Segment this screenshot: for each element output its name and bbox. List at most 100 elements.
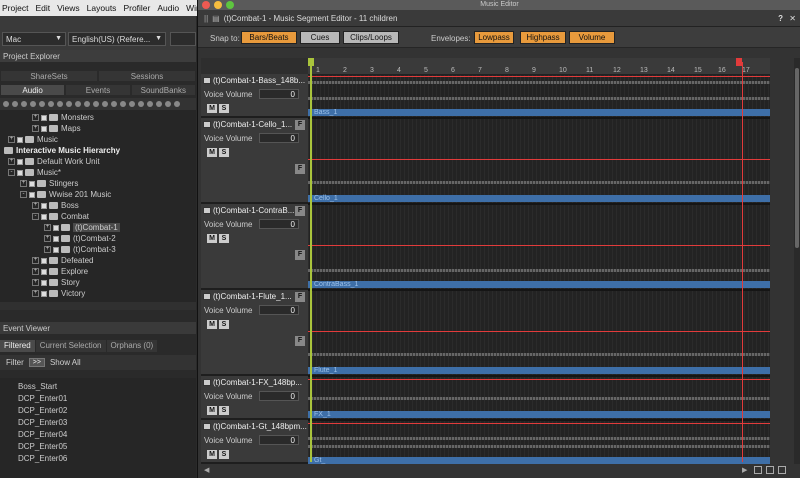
mute-button[interactable]: M <box>207 148 217 157</box>
checkbox[interactable] <box>41 257 47 264</box>
clip-label[interactable]: FX_1 <box>308 411 770 418</box>
filter-icon[interactable] <box>129 101 135 107</box>
expand-icon[interactable]: + <box>32 290 39 297</box>
solo-button[interactable]: S <box>219 234 229 243</box>
tree-item-selected[interactable]: + (t)Combat-1 <box>44 222 120 233</box>
list-item[interactable]: DCP_Enter03 <box>18 418 67 427</box>
tree-item[interactable]: + Explore <box>32 266 88 277</box>
list-item[interactable]: DCP_Enter05 <box>18 442 67 451</box>
envelope-highpass-button[interactable]: Highpass <box>520 31 566 44</box>
zoom-icon[interactable] <box>754 466 762 474</box>
solo-button[interactable]: S <box>219 320 229 329</box>
track-header[interactable]: (t)Combat-1-ContraB... Voice Volume 0 M … <box>201 204 308 290</box>
collapse-icon[interactable]: - <box>8 169 15 176</box>
menu-profiler[interactable]: Profiler <box>123 3 150 13</box>
envelope-line[interactable] <box>308 379 770 380</box>
tree-item[interactable]: + Boss <box>32 200 79 211</box>
mute-button[interactable]: M <box>207 234 217 243</box>
checkbox[interactable] <box>41 290 47 297</box>
track-lane[interactable]: FX_1 <box>308 377 770 421</box>
tab-soundbanks[interactable]: SoundBanks <box>130 84 196 96</box>
filter-icon[interactable] <box>120 101 126 107</box>
platform-dropdown[interactable]: Mac ▼ <box>2 32 66 46</box>
tree-item[interactable]: + Maps <box>32 123 81 134</box>
expand-icon[interactable]: + <box>44 235 51 242</box>
track-header[interactable]: (t)Combat-1-Cello_1... Voice Volume 0 M … <box>201 118 308 204</box>
voice-volume-field[interactable]: 0 <box>259 391 299 401</box>
show-all-dropdown[interactable]: Show All <box>50 358 81 367</box>
filter-icon[interactable] <box>57 101 63 107</box>
mute-button[interactable]: M <box>207 104 217 113</box>
menu-edit[interactable]: Edit <box>35 3 50 13</box>
vertical-scrollbar[interactable] <box>794 58 800 464</box>
tab-audio[interactable]: Audio <box>0 84 66 96</box>
checkbox[interactable] <box>41 268 47 275</box>
track-header[interactable]: (t)Combat-1-Bass_148b... Voice Volume 0 … <box>201 74 308 118</box>
snap-clips-loops-button[interactable]: Clips/Loops <box>343 31 399 44</box>
tree-item[interactable]: + Stingers <box>20 178 78 189</box>
close-window-icon[interactable] <box>202 1 210 9</box>
filter-icon[interactable] <box>30 101 36 107</box>
voice-volume-field[interactable]: 0 <box>259 435 299 445</box>
zoom-icon[interactable] <box>778 466 786 474</box>
checkbox[interactable] <box>29 180 35 187</box>
expand-icon[interactable]: + <box>44 246 51 253</box>
list-item[interactable]: Boss_Start <box>18 382 57 391</box>
mute-button[interactable]: M <box>207 320 217 329</box>
zoom-window-icon[interactable] <box>226 1 234 9</box>
checkbox[interactable] <box>53 235 59 242</box>
voice-volume-field[interactable]: 0 <box>259 305 299 315</box>
filter-icon[interactable] <box>102 101 108 107</box>
clip-label[interactable]: Cello_1 <box>308 195 770 202</box>
list-item[interactable]: DCP_Enter04 <box>18 430 67 439</box>
expand-icon[interactable]: + <box>20 180 27 187</box>
filter-icon[interactable] <box>156 101 162 107</box>
subtrack-f-button[interactable]: F <box>295 206 305 216</box>
filter-icon[interactable] <box>12 101 18 107</box>
envelope-line[interactable] <box>308 331 770 332</box>
timeline-ruler[interactable]: 1 2 3 4 5 6 7 8 9 10 11 12 13 14 15 16 1… <box>308 58 770 75</box>
scroll-right-icon[interactable]: ▶ <box>742 466 747 474</box>
scroll-thumb[interactable] <box>795 68 799 248</box>
list-item[interactable]: DCP_Enter06 <box>18 454 67 463</box>
tree-item[interactable]: + Story <box>32 277 80 288</box>
track-header[interactable]: (t)Combat-1-FX_148bp... Voice Volume 0 M… <box>201 376 308 420</box>
voice-volume-field[interactable]: 0 <box>259 133 299 143</box>
solo-button[interactable]: S <box>219 450 229 459</box>
filter-icon[interactable] <box>75 101 81 107</box>
expand-icon[interactable]: + <box>32 202 39 209</box>
track-lane[interactable]: Flute_1 <box>308 291 770 377</box>
list-item[interactable]: DCP_Enter01 <box>18 394 67 403</box>
list-item[interactable]: DCP_Enter02 <box>18 406 67 415</box>
checkbox[interactable] <box>41 114 47 121</box>
tree-item[interactable]: + (t)Combat-2 <box>44 233 116 244</box>
track-lane[interactable]: ContraBass_1 <box>308 205 770 291</box>
help-icon[interactable]: ? <box>778 14 783 23</box>
expand-icon[interactable]: + <box>32 125 39 132</box>
subtrack-f-button[interactable]: F <box>295 164 305 174</box>
tree-item[interactable]: + Music <box>8 134 58 145</box>
expand-icon[interactable]: + <box>44 224 51 231</box>
clip-label[interactable]: ContraBass_1 <box>308 281 770 288</box>
voice-volume-field[interactable]: 0 <box>259 219 299 229</box>
checkbox[interactable] <box>29 191 35 198</box>
tab-current-selection[interactable]: Current Selection <box>35 340 106 352</box>
filter-icon[interactable] <box>93 101 99 107</box>
clip-label[interactable]: Gt_ <box>308 457 770 464</box>
close-icon[interactable]: ✕ <box>789 14 796 23</box>
solo-button[interactable]: S <box>219 148 229 157</box>
expand-icon[interactable]: + <box>32 268 39 275</box>
tree-item[interactable]: + Monsters <box>32 112 94 123</box>
tree-item[interactable]: - Combat <box>32 211 89 222</box>
mute-button[interactable]: M <box>207 406 217 415</box>
tree-item[interactable]: + Victory <box>32 288 85 299</box>
filter-icon[interactable] <box>174 101 180 107</box>
filter-icon[interactable] <box>3 101 9 107</box>
filter-icon[interactable] <box>48 101 54 107</box>
menu-audio[interactable]: Audio <box>157 3 179 13</box>
filter-expand-button[interactable]: >> <box>28 358 45 367</box>
track-lane[interactable]: Gt_ <box>308 421 770 464</box>
tab-orphans[interactable]: Orphans (0) <box>106 340 158 352</box>
menu-project[interactable]: Project <box>2 3 28 13</box>
checkbox[interactable] <box>41 202 47 209</box>
